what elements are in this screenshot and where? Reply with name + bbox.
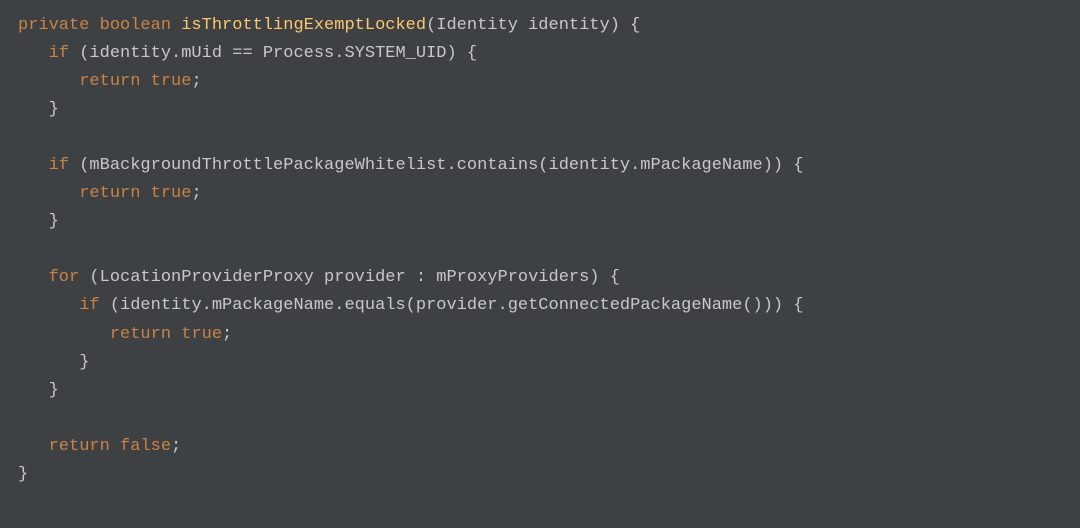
keyword-if: if: [49, 44, 69, 63]
code-text: ;: [191, 184, 201, 203]
code-text: ;: [171, 437, 181, 456]
code-text: (identity.mUid == Process.SYSTEM_UID) {: [69, 44, 477, 63]
code-text: (identity.mPackageName.equals(provider.g…: [100, 296, 804, 315]
keyword-return: return true: [79, 72, 191, 91]
brace: }: [49, 381, 59, 400]
keyword-return: return false: [49, 437, 171, 456]
keyword-for: for: [49, 268, 80, 287]
brace: }: [79, 353, 89, 372]
code-text: (mBackgroundThrottlePackageWhitelist.con…: [69, 156, 804, 175]
code-text: (Identity identity) {: [426, 16, 640, 35]
code-block: private boolean isThrottlingExemptLocked…: [18, 12, 1062, 489]
brace: }: [18, 465, 28, 484]
keyword-modifier: private boolean: [18, 16, 171, 35]
code-text: ;: [222, 325, 232, 344]
method-name: isThrottlingExemptLocked: [181, 16, 426, 35]
code-text: (LocationProviderProxy provider : mProxy…: [79, 268, 620, 287]
brace: }: [49, 100, 59, 119]
brace: }: [49, 212, 59, 231]
keyword-if: if: [79, 296, 99, 315]
keyword-if: if: [49, 156, 69, 175]
code-text: ;: [191, 72, 201, 91]
keyword-return: return true: [110, 325, 222, 344]
keyword-return: return true: [79, 184, 191, 203]
